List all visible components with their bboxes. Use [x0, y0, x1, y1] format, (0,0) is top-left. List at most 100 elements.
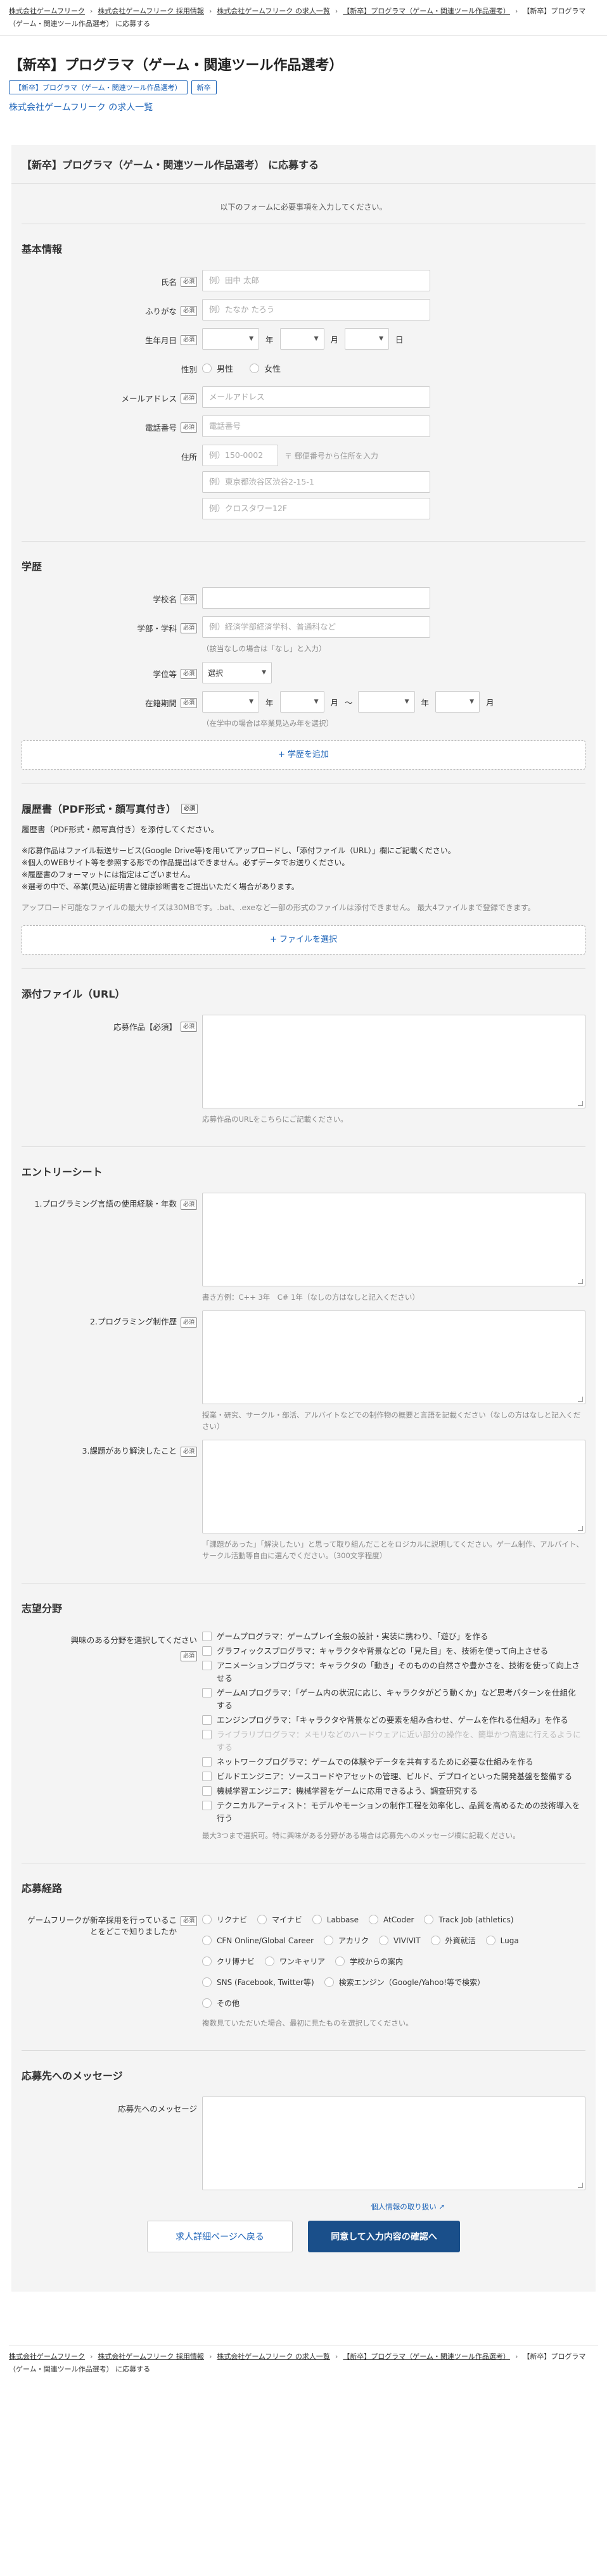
interest-checkbox-item[interactable]: テクニカルアーティスト：モデルやモーションの制作工程を効率化し、品質を高めるため…	[202, 1799, 582, 1825]
privacy-link[interactable]: 個人情報の取り扱い	[371, 2202, 437, 2211]
submit-confirm-button[interactable]: 同意して入力内容の確認へ	[308, 2221, 460, 2252]
checkbox[interactable]	[202, 1661, 212, 1670]
entry-q2-textarea[interactable]	[202, 1310, 585, 1404]
source-radio-item[interactable]: リクナビ	[202, 1914, 247, 1925]
interest-checkbox-item[interactable]: アニメーションプログラマ：キャラクタの「動き」そのものの自然さや豊かさを、技術を…	[202, 1659, 582, 1685]
source-radio-item[interactable]: Labbase	[312, 1914, 359, 1925]
source-radio-item[interactable]: CFN Online/Global Career	[202, 1935, 314, 1946]
radio-circle[interactable]	[312, 1915, 322, 1924]
source-radio-item[interactable]: SNS (Facebook, Twitter等)	[202, 1977, 314, 1988]
source-radio-item[interactable]: マイナビ	[257, 1914, 302, 1925]
address1-input[interactable]: 例）東京都渋谷区渋谷2-15-1	[202, 471, 430, 493]
end-year-select[interactable]: ▼	[357, 691, 415, 713]
company-jobs-link[interactable]: 株式会社ゲームフリーク の求人一覧	[9, 101, 598, 113]
email-input[interactable]: メールアドレス	[202, 386, 430, 408]
radio-circle[interactable]	[257, 1915, 267, 1924]
radio-circle[interactable]	[202, 1998, 212, 2008]
breadcrumb-link-job[interactable]: 【新卒】プログラマ（ゲーム・関連ツール作品選考）	[343, 7, 510, 15]
address2-input[interactable]: 例）クロスタワー12F	[202, 498, 430, 519]
end-month-select[interactable]: ▼	[435, 691, 480, 713]
zipcode-lookup-hint[interactable]: 〒 郵便番号から住所を入力	[284, 450, 378, 461]
radio-circle[interactable]	[430, 1936, 440, 1945]
interest-checkbox-item[interactable]: ビルドエンジニア：ソースコードやアセットの管理、ビルド、デプロイといった開発基盤…	[202, 1770, 582, 1783]
start-year-select[interactable]: ▼	[202, 691, 259, 713]
source-radio-item[interactable]: クリ博ナビ	[202, 1956, 255, 1967]
source-radio-item[interactable]: VIVIVIT	[379, 1935, 421, 1946]
gender-male-radio[interactable]: 男性	[202, 357, 233, 374]
interest-checkbox-item[interactable]: ネットワークプログラマ：ゲームでの体験やデータを共有するために必要な仕組みを作る	[202, 1756, 582, 1768]
radio-circle[interactable]	[379, 1936, 389, 1945]
start-month-select[interactable]: ▼	[279, 691, 324, 713]
breadcrumb-link-jobs[interactable]: 株式会社ゲームフリーク の求人一覧	[217, 2352, 330, 2361]
checkbox[interactable]	[202, 1715, 212, 1725]
radio-circle[interactable]	[202, 364, 212, 373]
message-textarea[interactable]	[202, 2097, 585, 2190]
add-education-button[interactable]: + 学歴を追加	[22, 740, 585, 770]
portfolio-url-textarea[interactable]	[202, 1015, 585, 1108]
help-text: 応募作品のURLをこちらにご記載ください。	[202, 1115, 348, 1124]
source-radio-item[interactable]: 外資就活	[430, 1935, 476, 1946]
degree-select[interactable]: 選択 ▼	[202, 662, 272, 683]
checkbox[interactable]	[202, 1646, 212, 1656]
checkbox[interactable]	[202, 1632, 212, 1641]
label-text: 3.課題があり解決したこと	[82, 1446, 177, 1456]
birth-day-select[interactable]: ▼	[345, 328, 390, 350]
radio-circle[interactable]	[202, 1977, 212, 1987]
back-to-job-button[interactable]: 求人詳細ページへ戻る	[147, 2221, 293, 2252]
source-radio-item[interactable]: 学校からの案内	[335, 1956, 403, 1967]
field-label: ふりがな 必須	[22, 299, 202, 317]
radio-circle[interactable]	[250, 364, 260, 373]
entry-q3-textarea[interactable]	[202, 1440, 585, 1533]
footer: 株式会社ゲームフリーク › 株式会社ゲームフリーク 採用情報 › 株式会社ゲームフリーク…	[0, 2345, 607, 2395]
birth-month-select[interactable]: ▼	[279, 328, 324, 350]
phone-input[interactable]: 電話番号	[202, 416, 430, 437]
checkbox[interactable]	[202, 1757, 212, 1767]
radio-circle[interactable]	[202, 1915, 212, 1924]
source-radio-item[interactable]: AtCoder	[369, 1914, 414, 1925]
radio-circle[interactable]	[202, 1957, 212, 1966]
faculty-input[interactable]: 例）経済学部経済学科、普通科など	[202, 616, 430, 638]
source-radio-item[interactable]: Track Job (athletics)	[424, 1914, 514, 1925]
source-radio-item[interactable]: アカリク	[324, 1935, 369, 1946]
gender-female-radio[interactable]: 女性	[250, 357, 281, 374]
interest-checkbox-item[interactable]: ゲームプログラマ：ゲームプレイ全般の設計・実装に携わり、「遊び」を作る	[202, 1630, 582, 1643]
entry-q1-textarea[interactable]	[202, 1193, 585, 1286]
breadcrumb-link-job[interactable]: 【新卒】プログラマ（ゲーム・関連ツール作品選考）	[343, 2352, 510, 2361]
radio-circle[interactable]	[202, 1936, 212, 1945]
breadcrumb-link-recruit[interactable]: 株式会社ゲームフリーク 採用情報	[98, 2352, 204, 2361]
interest-checkbox-item: ライブラリプログラマ：メモリなどのハードウェアに近い部分の操作を、簡単かつ高速に…	[202, 1729, 582, 1754]
job-tag[interactable]: 【新卒】プログラマ（ゲーム・関連ツール作品選考）	[9, 80, 188, 94]
radio-circle[interactable]	[485, 1936, 495, 1945]
name-input[interactable]: 例）田中 太郎	[202, 270, 430, 291]
kana-input[interactable]: 例）たなか たろう	[202, 299, 430, 320]
radio-circle[interactable]	[324, 1936, 334, 1945]
breadcrumb-link-company[interactable]: 株式会社ゲームフリーク	[9, 2352, 85, 2361]
checkbox[interactable]	[202, 1786, 212, 1796]
birth-year-select[interactable]: ▼	[202, 328, 259, 350]
checkbox[interactable]	[202, 1688, 212, 1697]
school-input[interactable]	[202, 587, 430, 609]
radio-circle[interactable]	[324, 1977, 334, 1987]
radio-circle[interactable]	[265, 1957, 275, 1966]
breadcrumb-link-company[interactable]: 株式会社ゲームフリーク	[9, 7, 85, 15]
source-radio-item[interactable]: 検索エンジン（Google/Yahoo!等で検索）	[324, 1977, 485, 1988]
zipcode-input[interactable]: 例）150-0002	[202, 445, 278, 466]
radio-circle[interactable]	[369, 1915, 379, 1924]
interest-checkbox-item[interactable]: 機械学習エンジニア：機械学習をゲームに応用できるよう、調査研究する	[202, 1785, 582, 1798]
radio-circle[interactable]	[335, 1957, 345, 1966]
source-radio-item[interactable]: ワンキャリア	[265, 1956, 325, 1967]
source-radio-item[interactable]: その他	[202, 1998, 240, 2008]
help-text: 最大3つまで選択可。特に興味がある分野がある場合は応募先へのメッセージ欄に記載く…	[202, 1831, 520, 1840]
required-badge: 必須	[181, 804, 198, 814]
breadcrumb-link-recruit[interactable]: 株式会社ゲームフリーク 採用情報	[98, 7, 204, 15]
checkbox[interactable]	[202, 1772, 212, 1781]
source-radio-item[interactable]: Luga	[485, 1935, 519, 1946]
interest-checkbox-item[interactable]: グラフィックスプログラマ：キャラクタや背景などの「見た目」を、技術を使って向上さ…	[202, 1645, 582, 1658]
checkbox[interactable]	[202, 1801, 212, 1810]
new-grad-tag[interactable]: 新卒	[191, 80, 217, 94]
interest-checkbox-item[interactable]: エンジンプログラマ：「キャラクタや背景などの要素を組み合わせ、ゲームを作れる仕組…	[202, 1714, 582, 1727]
interest-checkbox-item[interactable]: ゲームAIプログラマ：「ゲーム内の状況に応じ、キャラクタがどう動くか」など思考パ…	[202, 1687, 582, 1712]
breadcrumb-link-jobs[interactable]: 株式会社ゲームフリーク の求人一覧	[217, 7, 330, 15]
select-file-button[interactable]: + ファイルを選択	[22, 925, 585, 955]
radio-circle[interactable]	[424, 1915, 434, 1924]
